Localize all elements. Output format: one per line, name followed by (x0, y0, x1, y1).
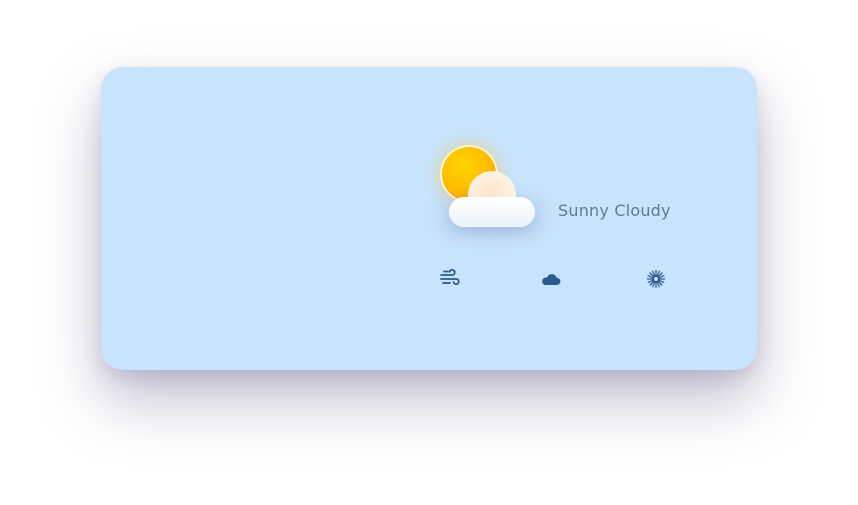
weather-condition-label: Sunny Cloudy (558, 201, 671, 220)
sun-behind-cloud-icon (436, 141, 546, 241)
cloud-icon (540, 268, 562, 290)
wind-icon (439, 267, 461, 289)
weather-card: Sunny Cloudy (101, 67, 757, 370)
sun-icon (645, 268, 667, 290)
cloud-body (449, 197, 535, 227)
